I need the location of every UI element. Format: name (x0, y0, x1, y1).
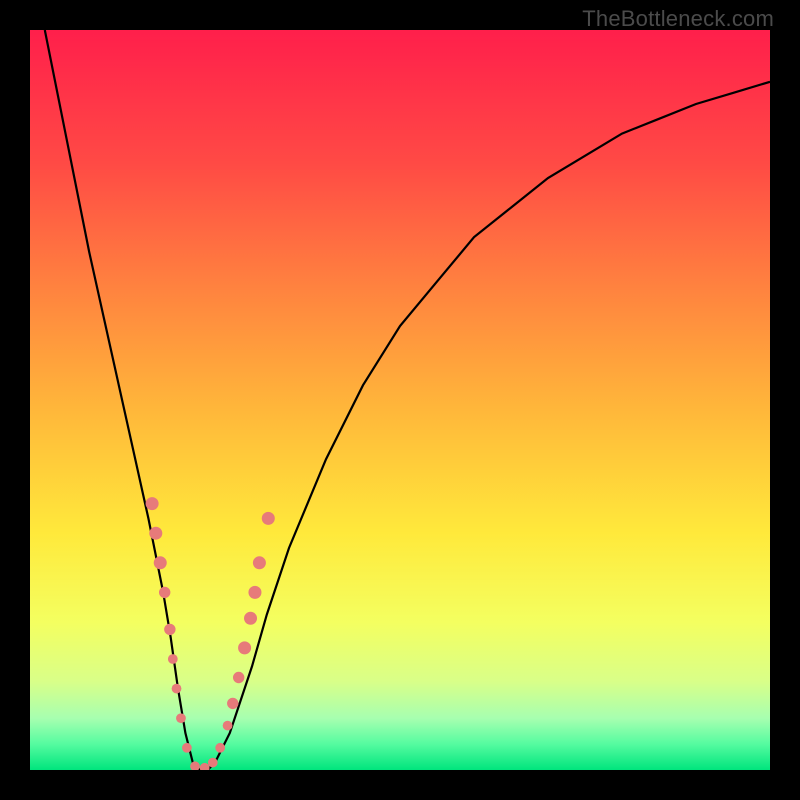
curve-markers (146, 497, 275, 770)
curve-marker (182, 743, 192, 753)
curve-marker (253, 556, 266, 569)
curve-marker (244, 612, 257, 625)
watermark-label: TheBottleneck.com (582, 6, 774, 32)
curve-marker (172, 684, 182, 694)
curve-marker (227, 698, 238, 709)
curve-marker (146, 497, 159, 510)
curve-marker (168, 654, 178, 664)
plot-area (30, 30, 770, 770)
curve-marker (149, 527, 162, 540)
bottleneck-curve (45, 30, 770, 770)
curve-marker (248, 586, 261, 599)
curve-marker (223, 721, 233, 731)
chart-frame: TheBottleneck.com (0, 0, 800, 800)
curve-marker (154, 556, 167, 569)
curve-marker (208, 758, 218, 768)
curve-marker (190, 761, 200, 770)
curve-marker (176, 713, 186, 723)
curve-marker (238, 641, 251, 654)
curve-marker (164, 624, 175, 635)
curve-layer (30, 30, 770, 770)
curve-marker (200, 763, 210, 770)
curve-marker (262, 512, 275, 525)
curve-marker (159, 587, 170, 598)
curve-marker (233, 672, 244, 683)
curve-marker (215, 743, 225, 753)
